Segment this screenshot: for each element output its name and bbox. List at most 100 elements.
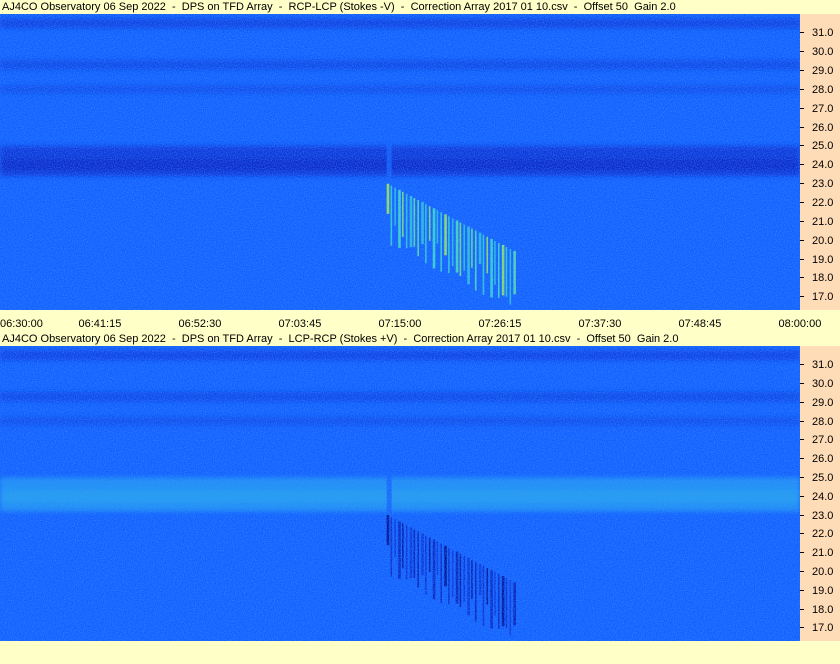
- frequency-tick-label: 30.0: [812, 378, 834, 391]
- tick-mark: [800, 220, 804, 222]
- frequency-tick: 28.0: [800, 82, 840, 98]
- frequency-tick: 31.0: [800, 357, 840, 373]
- frequency-tick: 20.0: [800, 233, 840, 249]
- frequency-tick: 19.0: [800, 252, 840, 268]
- tick-mark: [800, 383, 804, 385]
- frequency-tick: 25.0: [800, 138, 840, 154]
- tick-mark: [800, 627, 804, 629]
- frequency-tick: 21.0: [800, 214, 840, 230]
- frequency-tick-label: 18.0: [812, 272, 834, 285]
- frequency-tick-label: 17.0: [812, 291, 834, 304]
- frequency-tick-label: 23.0: [812, 178, 834, 191]
- frequency-tick: 28.0: [800, 414, 840, 430]
- panel-2-title: AJ4CO Observatory 06 Sep 2022 - DPS on T…: [2, 333, 679, 345]
- tick-mark: [800, 608, 804, 610]
- tick-mark: [800, 51, 804, 53]
- frequency-tick: 25.0: [800, 470, 840, 486]
- tick-mark: [800, 495, 804, 497]
- tick-mark: [800, 570, 804, 572]
- tick-mark: [800, 589, 804, 591]
- frequency-tick: 17.0: [800, 620, 840, 636]
- tick-mark: [800, 401, 804, 403]
- frequency-tick-label: 20.0: [812, 565, 834, 578]
- tick-mark: [800, 477, 804, 479]
- frequency-tick-label: 26.0: [812, 453, 834, 466]
- frequency-tick-label: 28.0: [812, 415, 834, 428]
- frequency-tick: 20.0: [800, 564, 840, 580]
- time-tick-label: 06:30:00: [0, 318, 43, 330]
- frequency-tick-label: 17.0: [812, 622, 834, 635]
- time-tick-label: 07:03:45: [278, 318, 322, 330]
- frequency-tick: 23.0: [800, 508, 840, 524]
- frequency-tick-label: 21.0: [812, 547, 834, 560]
- spectrogram-panel-2: [0, 346, 800, 641]
- frequency-tick: 26.0: [800, 120, 840, 136]
- frequency-tick: 19.0: [800, 583, 840, 599]
- tick-mark: [800, 145, 804, 147]
- frequency-tick-label: 22.0: [812, 197, 834, 210]
- tick-mark: [800, 514, 804, 516]
- frequency-tick-label: 27.0: [812, 102, 834, 115]
- frequency-axis-panel-1: 31.0 30.0 29.0 28.0 27.0 26.0 25.0 24.0 23.0 22.0…: [800, 14, 840, 310]
- time-tick-label: 07:15:00: [378, 318, 422, 330]
- frequency-tick-label: 25.0: [812, 140, 834, 153]
- frequency-tick-label: 28.0: [812, 83, 834, 96]
- frequency-tick-label: 29.0: [812, 65, 834, 78]
- spectrogram-panel-1: [0, 14, 800, 310]
- frequency-tick: 21.0: [800, 545, 840, 561]
- frequency-tick: 24.0: [800, 489, 840, 505]
- tick-mark: [800, 88, 804, 90]
- noise-texture: [0, 346, 800, 641]
- frequency-tick-label: 22.0: [812, 528, 834, 541]
- frequency-tick-label: 24.0: [812, 159, 834, 172]
- tick-mark: [800, 296, 804, 298]
- frequency-tick: 29.0: [800, 395, 840, 411]
- tick-mark: [800, 70, 804, 72]
- frequency-tick: 30.0: [800, 376, 840, 392]
- frequency-tick: 17.0: [800, 289, 840, 305]
- tick-mark: [800, 202, 804, 204]
- frequency-tick: 24.0: [800, 157, 840, 173]
- frequency-tick-label: 25.0: [812, 472, 834, 485]
- frequency-tick-label: 27.0: [812, 434, 834, 447]
- tick-mark: [800, 552, 804, 554]
- time-tick-label: 07:48:45: [678, 318, 722, 330]
- tick-mark: [800, 458, 804, 460]
- frequency-tick-label: 21.0: [812, 215, 834, 228]
- frequency-tick: 18.0: [800, 602, 840, 618]
- frequency-tick: 31.0: [800, 25, 840, 41]
- frequency-tick: 23.0: [800, 176, 840, 192]
- frequency-tick: 27.0: [800, 101, 840, 117]
- frequency-tick-label: 29.0: [812, 396, 834, 409]
- frequency-tick: 26.0: [800, 451, 840, 467]
- tick-mark: [800, 164, 804, 166]
- frequency-tick: 27.0: [800, 432, 840, 448]
- frequency-tick: 30.0: [800, 44, 840, 60]
- tick-mark: [800, 107, 804, 109]
- time-tick-label: 07:37:30: [578, 318, 622, 330]
- tick-mark: [800, 277, 804, 279]
- frequency-tick-label: 31.0: [812, 359, 834, 372]
- tick-mark: [800, 126, 804, 128]
- spectrogram-svg: [0, 346, 800, 641]
- tick-mark: [800, 239, 804, 241]
- tick-mark: [800, 364, 804, 366]
- frequency-tick-label: 19.0: [812, 253, 834, 266]
- tick-mark: [800, 258, 804, 260]
- frequency-tick-label: 26.0: [812, 121, 834, 134]
- time-tick-label: 06:41:15: [78, 318, 122, 330]
- tick-mark: [800, 533, 804, 535]
- time-tick-label: 08:00:00: [778, 318, 822, 330]
- frequency-tick-label: 23.0: [812, 509, 834, 522]
- tick-mark: [800, 420, 804, 422]
- frequency-axis-panel-2: 31.0 30.0 29.0 28.0 27.0 26.0 25.0 24.0 23.0 22.0…: [800, 346, 840, 641]
- time-axis: 06:30:00 06:41:15 06:52:30 07:03:45 07:15:00…: [0, 310, 840, 332]
- frequency-tick-label: 19.0: [812, 584, 834, 597]
- frequency-tick: 22.0: [800, 195, 840, 211]
- frequency-tick-label: 24.0: [812, 490, 834, 503]
- frequency-tick-label: 18.0: [812, 603, 834, 616]
- tick-mark: [800, 183, 804, 185]
- spectrogram-svg: [0, 14, 800, 310]
- noise-texture: [0, 14, 800, 310]
- frequency-tick-label: 30.0: [812, 46, 834, 59]
